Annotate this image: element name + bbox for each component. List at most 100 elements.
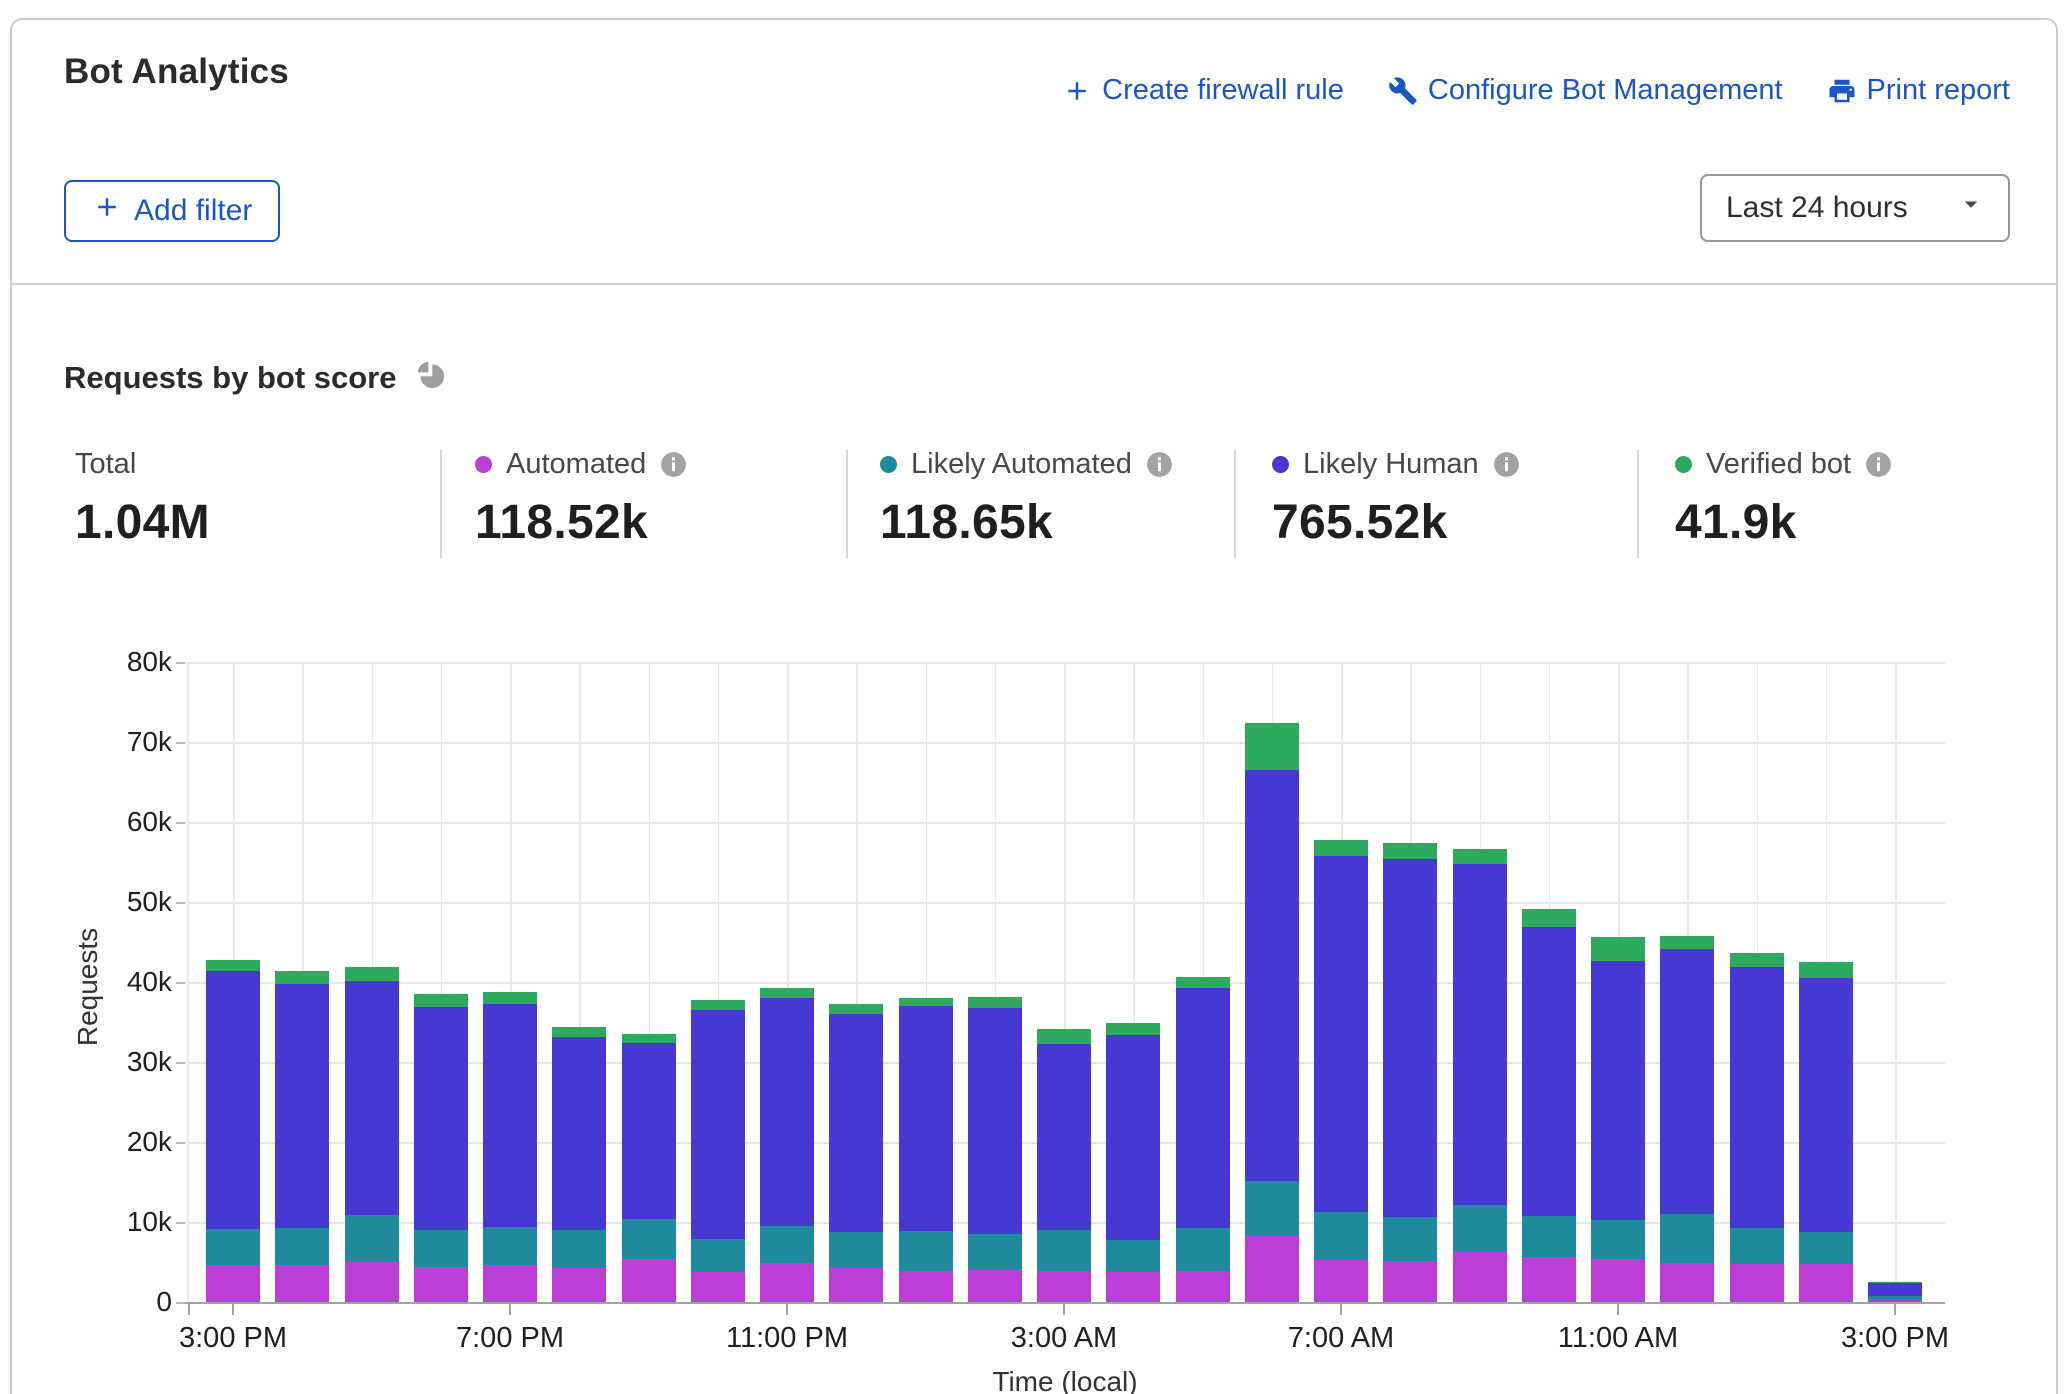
wrench-icon [1388,76,1418,106]
bar-segment-verified-bot [414,994,468,1007]
x-tick-label: 11:00 PM [677,1322,897,1355]
bar-segment-likely-automated [345,1215,399,1262]
bar-segment-likely-automated [968,1234,1022,1270]
bar-segment-likely-human [1453,864,1507,1205]
stat-likely-human-label: Likely Human [1303,448,1479,481]
stat-verified-bot-label: Verified bot [1706,448,1851,481]
bar-segment-automated [622,1259,676,1302]
bar-segment-verified-bot [1106,1023,1160,1035]
bar-segment-likely-human [1868,1283,1922,1297]
bar-segment-verified-bot [1383,843,1437,859]
bar-segment-likely-automated [275,1228,329,1266]
bar-segment-likely-human [968,1008,1022,1234]
x-tick-label: 7:00 PM [400,1322,620,1355]
bar-segment-likely-automated [414,1230,468,1267]
bar-segment-automated [345,1262,399,1302]
stat-total-value: 1.04M [75,495,210,550]
y-tick-label: 10k [52,1206,172,1238]
x-tick-mark [1617,1304,1619,1315]
stat-automated: Automated 118.52k [475,448,687,550]
bar-segment-automated [552,1268,606,1302]
pie-chart-icon [414,358,448,397]
info-icon[interactable] [660,451,687,478]
bar-segment-automated [829,1268,883,1302]
time-range-dropdown[interactable]: Last 24 hours [1700,174,2010,242]
y-tick-mark [176,1142,185,1144]
x-tick-mark [1340,1304,1342,1315]
stat-likely-human-value: 765.52k [1272,495,1520,550]
create-firewall-rule-link[interactable]: Create firewall rule [1062,74,1344,107]
gridline-vertical [1895,662,1897,1302]
plus-icon [92,192,122,230]
chevron-down-icon [1956,189,1986,227]
bar-segment-automated [206,1265,260,1302]
y-tick-label: 20k [52,1126,172,1158]
stat-likely-automated: Likely Automated 118.65k [880,448,1173,550]
x-tick-mark [1063,1304,1065,1315]
y-tick-label: 70k [52,726,172,758]
y-tick-mark [176,742,185,744]
bar-segment-automated [1314,1260,1368,1302]
x-tick-label: 11:00 AM [1508,1322,1728,1355]
x-axis-title: Time (local) [965,1366,1165,1394]
configure-bot-management-link[interactable]: Configure Bot Management [1388,74,1783,107]
bar-segment-likely-human [1522,927,1576,1217]
x-tick-label: 7:00 AM [1231,1322,1451,1355]
bar-segment-verified-bot [1453,849,1507,864]
bar-segment-likely-automated [1106,1240,1160,1273]
likely-automated-legend-dot [880,456,897,473]
bar-segment-likely-automated [1522,1216,1576,1257]
bar-segment-verified-bot [206,960,260,970]
requests-by-bot-score-chart [185,662,1945,1302]
y-tick-mark [176,1222,185,1224]
y-tick-mark [176,902,185,904]
bar-segment-likely-automated [622,1219,676,1259]
bar-segment-likely-automated [899,1231,953,1271]
stat-automated-label: Automated [506,448,646,481]
bar-segment-likely-human [1176,988,1230,1227]
bar-segment-verified-bot [1245,723,1299,770]
bar-segment-verified-bot [691,1000,745,1010]
info-icon[interactable] [1493,451,1520,478]
bar-segment-likely-human [899,1006,953,1231]
bar-segment-likely-human [691,1010,745,1239]
bar-segment-verified-bot [1591,937,1645,961]
bar-segment-likely-human [483,1004,537,1226]
bar-segment-likely-human [1660,949,1714,1214]
bar-segment-verified-bot [1176,977,1230,988]
bar-segment-automated [1730,1264,1784,1302]
time-range-value: Last 24 hours [1726,191,1908,225]
bar-segment-automated [483,1265,537,1302]
print-report-link[interactable]: Print report [1827,74,2010,107]
bar-segment-automated [1245,1236,1299,1302]
stat-divider [1637,450,1639,558]
add-filter-button[interactable]: Add filter [64,180,280,242]
section-title-row: Requests by bot score [64,358,448,397]
printer-icon [1827,76,1857,106]
verified-bot-legend-dot [1675,456,1692,473]
bar-segment-likely-human [1799,978,1853,1232]
y-tick-label: 60k [52,806,172,838]
bar-segment-likely-human [275,984,329,1228]
stat-verified-bot-value: 41.9k [1675,495,1892,550]
y-tick-label: 30k [52,1046,172,1078]
print-report-label: Print report [1867,74,2010,107]
info-icon[interactable] [1865,451,1892,478]
bot-analytics-page: Bot Analytics Create firewall rule Confi… [0,0,2070,1394]
bar-segment-likely-human [345,981,399,1215]
header-divider [10,283,2058,285]
stat-likely-automated-label: Likely Automated [911,448,1132,481]
section-title: Requests by bot score [64,360,396,396]
header-actions: Create firewall rule Configure Bot Manag… [1062,74,2010,107]
x-tick-label: 3:00 PM [1785,1322,2005,1355]
bar-segment-likely-automated [552,1230,606,1268]
bar-segment-verified-bot [1799,962,1853,978]
bar-segment-automated [968,1270,1022,1302]
bar-segment-automated [1453,1252,1507,1302]
bar-segment-likely-automated [1314,1212,1368,1259]
x-tick-mark [786,1304,788,1315]
bar-segment-likely-automated [1799,1232,1853,1264]
bar-segment-automated [1383,1261,1437,1302]
info-icon[interactable] [1146,451,1173,478]
bar-segment-likely-human [760,998,814,1226]
